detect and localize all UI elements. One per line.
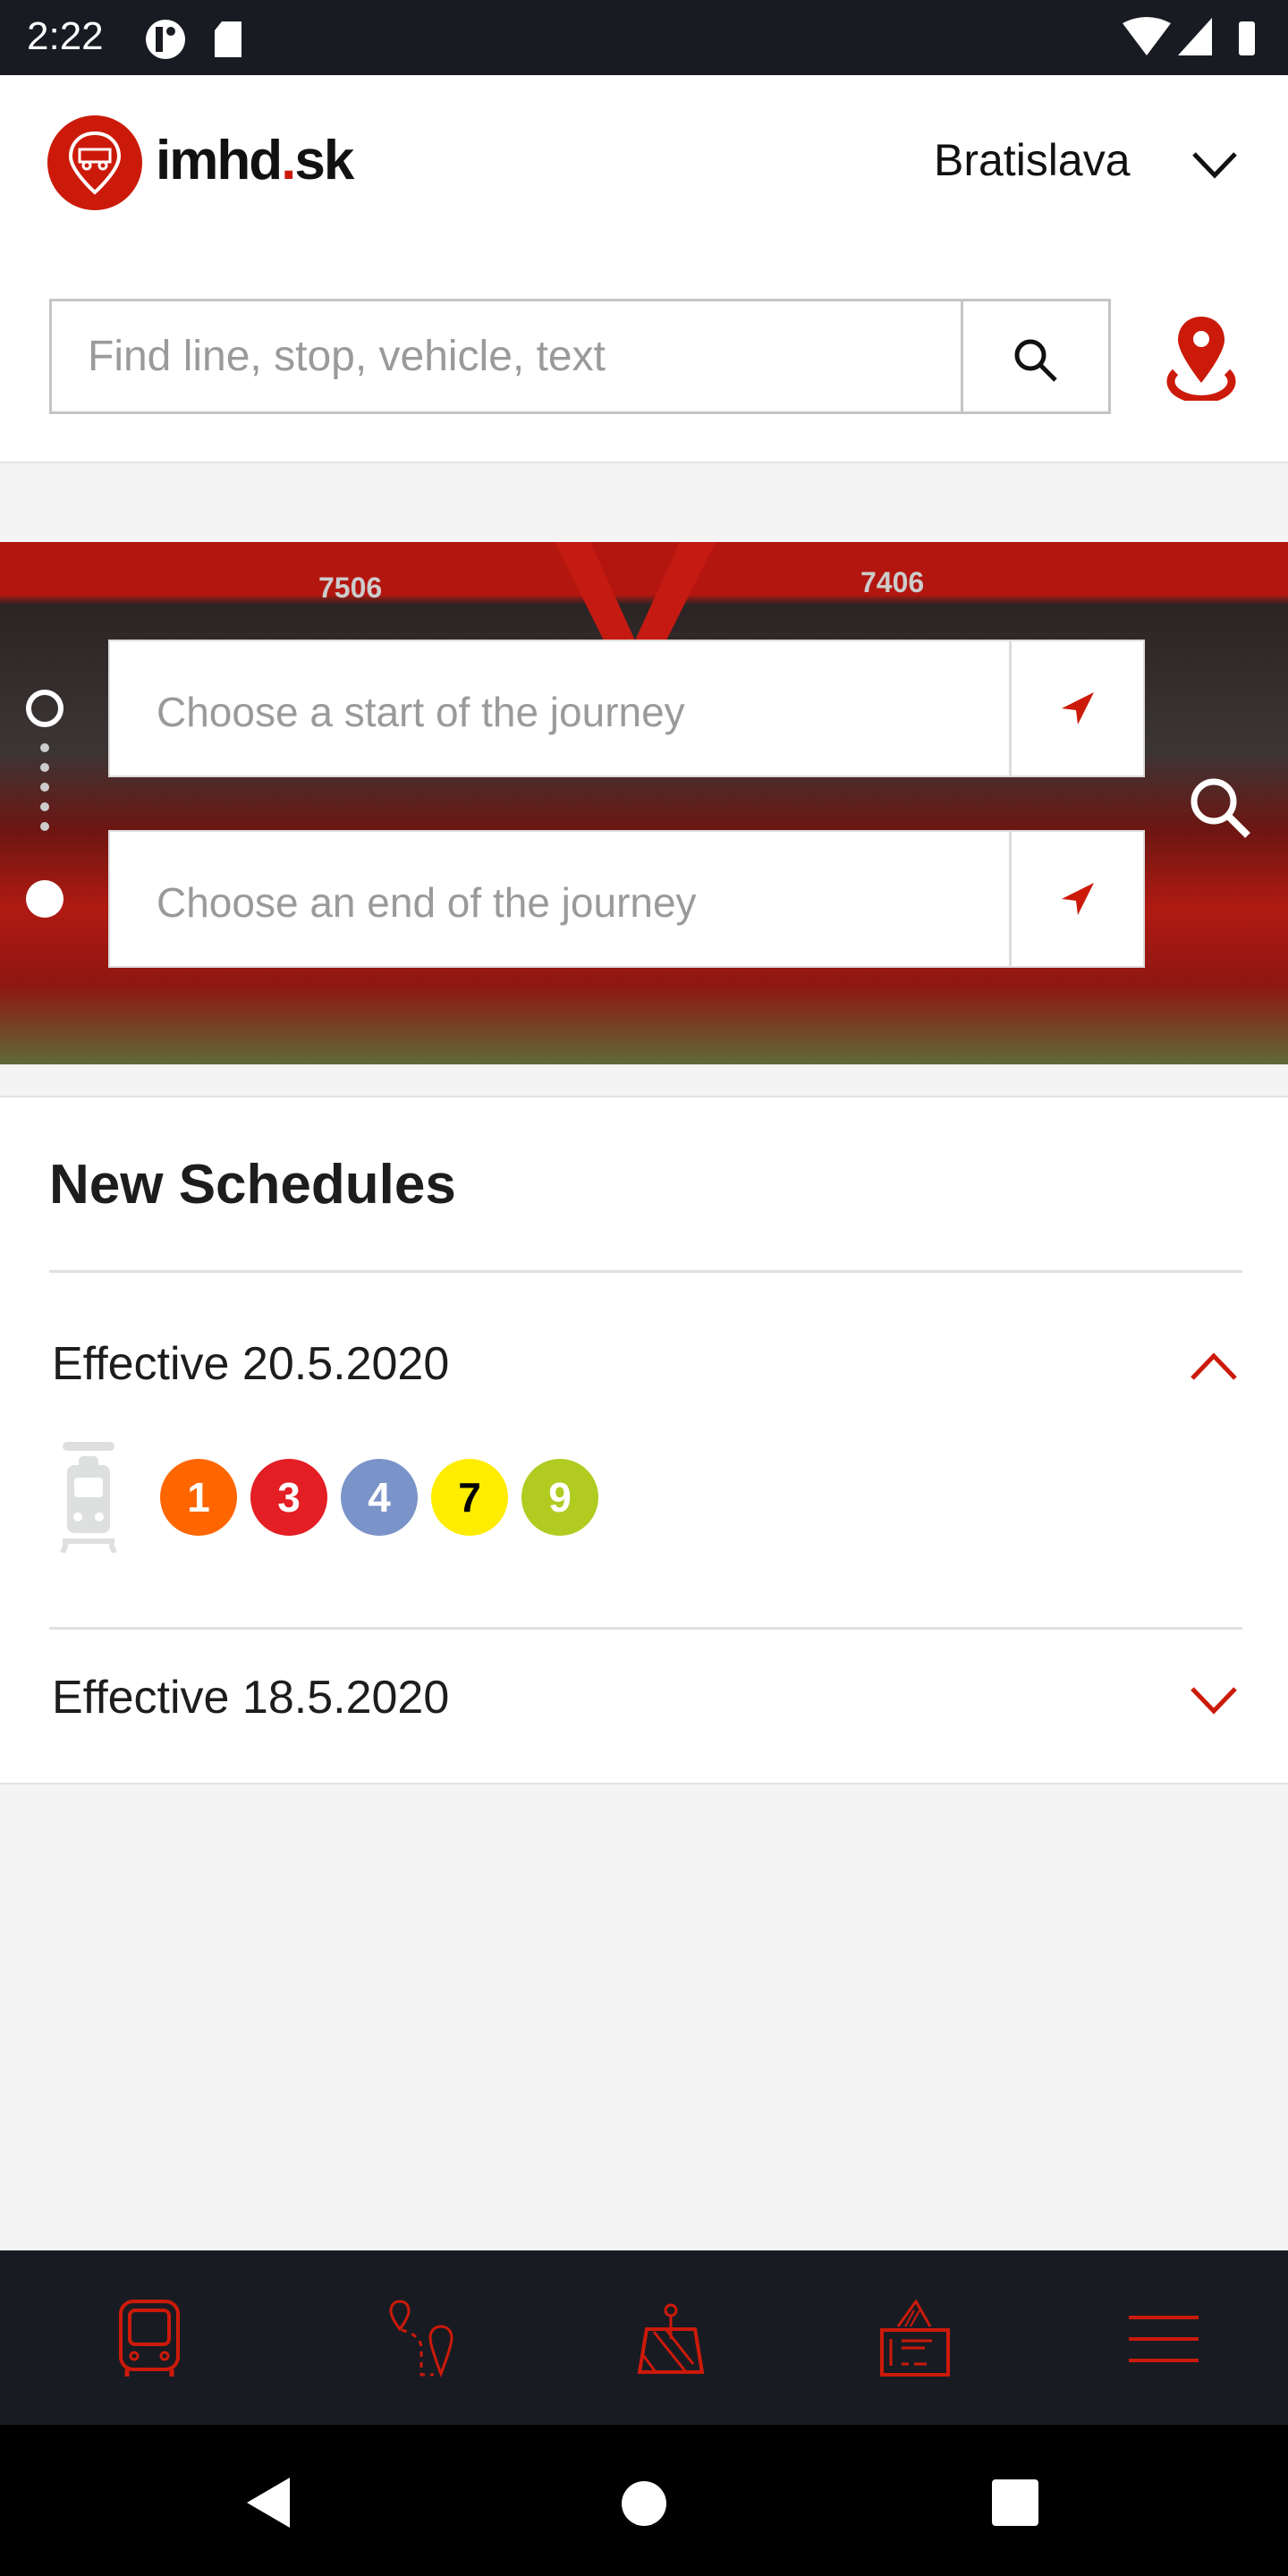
journey-search-icon[interactable]	[1185, 773, 1257, 844]
chevron-down-icon	[1192, 152, 1237, 179]
navigation-arrow-icon	[1061, 883, 1094, 915]
journey-end-input[interactable]: Choose an end of the journey	[108, 830, 1145, 968]
schedule-group-label: Effective 20.5.2020	[52, 1338, 450, 1390]
journey-start-input[interactable]: Choose a start of the journey	[108, 640, 1145, 777]
line-badge[interactable]: 1	[160, 1459, 237, 1536]
new-schedules-card: New Schedules Effective 20.5.2020 1 3 4 …	[0, 1096, 1288, 1784]
line-badge[interactable]: 9	[521, 1459, 598, 1536]
schedule-group-header[interactable]: Effective 18.5.2020	[0, 1630, 1288, 1782]
route-dots-icon	[26, 690, 64, 918]
chevron-up-icon	[1191, 1352, 1237, 1380]
status-time: 2:22	[27, 14, 104, 58]
schedule-group-label: Effective 18.5.2020	[52, 1672, 450, 1724]
ticket-icon[interactable]	[875, 2300, 955, 2380]
chevron-down-icon	[1191, 1687, 1237, 1715]
logo-dot: .	[281, 130, 296, 191]
city-selector[interactable]: Bratislava	[921, 120, 1252, 209]
tram-numbers: 7506 7406	[318, 566, 924, 604]
schedule-group-header[interactable]: Effective 20.5.2020	[0, 1273, 1288, 1425]
system-navigation-bar	[0, 2425, 1288, 2576]
back-icon[interactable]	[245, 2476, 293, 2529]
start-placeholder: Choose a start of the journey	[157, 689, 685, 735]
bus-icon[interactable]	[109, 2300, 190, 2380]
svg-text:7506: 7506	[318, 572, 382, 604]
home-icon[interactable]	[621, 2480, 667, 2527]
tram-icon	[60, 1442, 117, 1553]
navigation-arrow-icon	[1061, 692, 1094, 724]
tram-background	[555, 542, 716, 703]
search-placeholder: Find line, stop, vehicle, text	[88, 333, 606, 380]
location-pin-icon[interactable]	[1163, 315, 1240, 401]
end-placeholder: Choose an end of the journey	[157, 879, 697, 926]
recents-icon[interactable]	[991, 2479, 1039, 2527]
app-header: imhd.sk Bratislava Find line, stop, vehi…	[0, 75, 1288, 463]
search-button[interactable]	[961, 301, 1108, 411]
search-input[interactable]: Find line, stop, vehicle, text	[49, 299, 1111, 414]
logo-text: imhd.sk	[156, 129, 354, 192]
system-status-icons	[1123, 17, 1255, 55]
logo-main: imhd	[156, 130, 283, 191]
line-badge[interactable]: 4	[341, 1459, 418, 1536]
section-title: New Schedules	[49, 1154, 456, 1216]
logo-tld: sk	[294, 130, 354, 191]
line-badge[interactable]: 3	[250, 1459, 327, 1536]
start-locate-button[interactable]	[1009, 641, 1143, 775]
line-badges: 1 3 4 7 9	[160, 1459, 598, 1536]
line-badge[interactable]: 7	[431, 1459, 508, 1536]
route-icon[interactable]	[384, 2300, 464, 2380]
city-label: Bratislava	[934, 135, 1131, 185]
map-icon[interactable]	[631, 2300, 711, 2380]
menu-icon[interactable]	[1123, 2300, 1204, 2380]
svg-text:7406: 7406	[860, 566, 924, 598]
search-icon	[1014, 339, 1057, 382]
bottom-navigation	[0, 2250, 1288, 2425]
notification-icons	[146, 20, 242, 59]
end-locate-button[interactable]	[1009, 832, 1143, 966]
logo-icon[interactable]	[47, 115, 142, 210]
journey-planner: 7506 7406 Choose a start of the journey C…	[0, 542, 1288, 1064]
status-bar: 2:22	[0, 0, 1288, 75]
